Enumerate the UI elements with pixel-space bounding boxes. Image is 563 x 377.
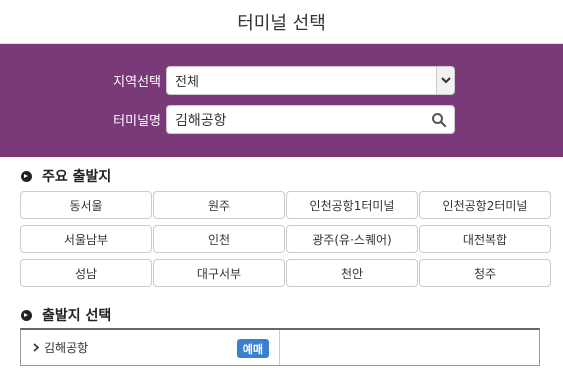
region-label: 지역선택 xyxy=(113,75,161,90)
terminal-label: 터미널명 xyxy=(113,114,161,129)
bullet-arrow-icon xyxy=(21,309,32,321)
terminal-button[interactable]: 대구서부 xyxy=(153,259,285,287)
chevron-right-icon xyxy=(33,341,40,355)
departure-select-heading: 출발지 선택 xyxy=(21,305,111,325)
major-terminal-grid: 동서울 원주 인천공항1터미널 인천공항2터미널 서울남부 인천 광주(유·스퀘… xyxy=(20,191,551,287)
arrival-list-panel xyxy=(280,330,539,365)
terminal-button[interactable]: 성남 xyxy=(20,259,152,287)
terminal-button[interactable]: 광주(유·스퀘어) xyxy=(286,225,418,253)
departure-selection-table: 김해공항 예매 xyxy=(20,328,540,366)
terminal-button[interactable]: 대전복합 xyxy=(419,225,551,253)
major-departures-heading: 주요 출발지 xyxy=(21,166,111,186)
terminal-select-dialog: 터미널 선택 지역선택 전체 터미널명 김해공항 주요 출발지 동서울 원주 인… xyxy=(0,0,563,377)
terminal-button[interactable]: 인천공항1터미널 xyxy=(286,191,418,219)
reserve-badge[interactable]: 예매 xyxy=(236,339,269,358)
departure-item-label: 김해공항 xyxy=(44,341,89,355)
major-departures-title: 주요 출발지 xyxy=(42,169,112,185)
dialog-title: 터미널 선택 xyxy=(0,0,563,44)
departure-select-title: 출발지 선택 xyxy=(42,308,112,324)
terminal-search-input[interactable]: 김해공항 xyxy=(166,105,455,134)
search-icon[interactable] xyxy=(430,111,448,129)
terminal-button[interactable]: 인천공항2터미널 xyxy=(419,191,551,219)
terminal-button[interactable]: 원주 xyxy=(153,191,285,219)
terminal-button[interactable]: 청주 xyxy=(419,259,551,287)
terminal-search-value: 김해공항 xyxy=(175,112,227,129)
region-select-value: 전체 xyxy=(175,75,199,90)
terminal-filter-row: 터미널명 김해공항 xyxy=(0,105,455,134)
terminal-button[interactable]: 서울남부 xyxy=(20,225,152,253)
terminal-button[interactable]: 인천 xyxy=(153,225,285,253)
region-select[interactable]: 전체 xyxy=(166,66,455,95)
filter-panel: 지역선택 전체 터미널명 김해공항 xyxy=(0,44,563,157)
terminal-button[interactable]: 천안 xyxy=(286,259,418,287)
chevron-down-icon[interactable] xyxy=(436,67,454,94)
bullet-arrow-icon xyxy=(21,170,32,182)
terminal-button[interactable]: 동서울 xyxy=(20,191,152,219)
departure-list-item[interactable]: 김해공항 예매 xyxy=(21,330,280,365)
region-filter-row: 지역선택 전체 xyxy=(0,66,455,95)
